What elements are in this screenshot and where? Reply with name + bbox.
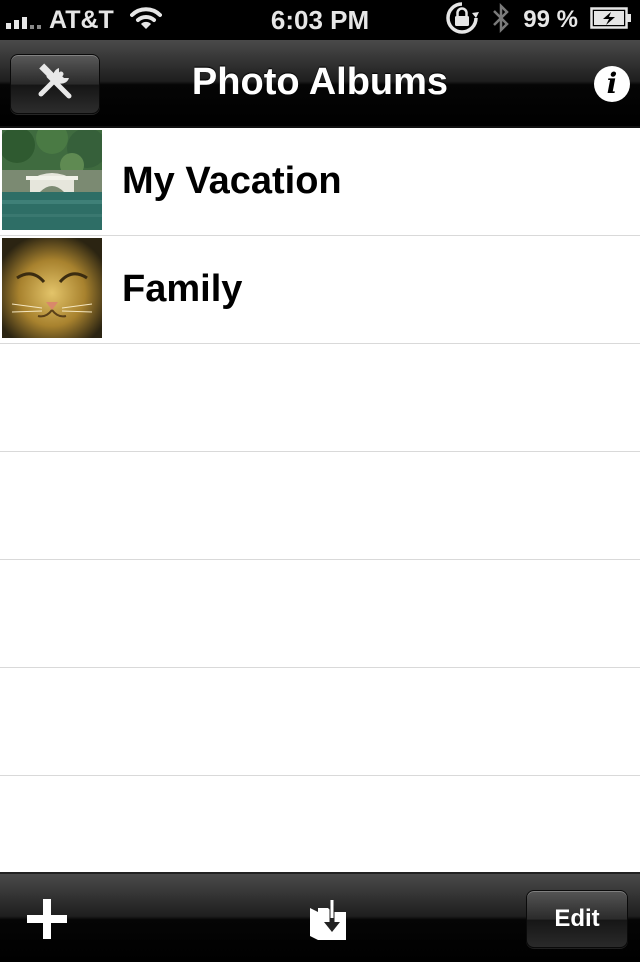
album-row-family[interactable]: Family bbox=[0, 236, 640, 344]
import-button[interactable] bbox=[304, 896, 352, 942]
battery-percent: 99 % bbox=[523, 6, 578, 33]
album-thumbnail bbox=[2, 130, 102, 230]
bluetooth-icon bbox=[491, 2, 511, 39]
status-bar: AT&T 6:03 PM 99 % bbox=[0, 0, 640, 40]
page-title: Photo Albums bbox=[191, 61, 449, 103]
info-icon: i bbox=[606, 67, 618, 100]
album-name: Family bbox=[122, 268, 243, 310]
empty-row bbox=[0, 560, 640, 668]
battery-charging-icon bbox=[590, 6, 632, 34]
empty-row bbox=[0, 344, 640, 452]
status-right: 99 % bbox=[445, 0, 632, 40]
empty-row bbox=[0, 452, 640, 560]
empty-row bbox=[0, 776, 640, 872]
navigation-bar: Photo Albums i bbox=[0, 40, 640, 128]
edit-button[interactable]: Edit bbox=[526, 890, 628, 948]
folder-import-icon bbox=[304, 900, 352, 946]
album-row-my-vacation[interactable]: My Vacation bbox=[0, 128, 640, 236]
album-thumbnail bbox=[2, 238, 102, 338]
info-button[interactable]: i bbox=[594, 66, 630, 102]
tools-button[interactable] bbox=[10, 54, 100, 114]
album-list: My Vacation Family bbox=[0, 128, 640, 872]
bottom-toolbar: Edit bbox=[0, 872, 640, 962]
album-name: My Vacation bbox=[122, 160, 342, 202]
tools-icon bbox=[33, 60, 77, 109]
add-album-button[interactable] bbox=[24, 896, 70, 942]
empty-row bbox=[0, 668, 640, 776]
rotation-lock-icon bbox=[445, 1, 480, 40]
